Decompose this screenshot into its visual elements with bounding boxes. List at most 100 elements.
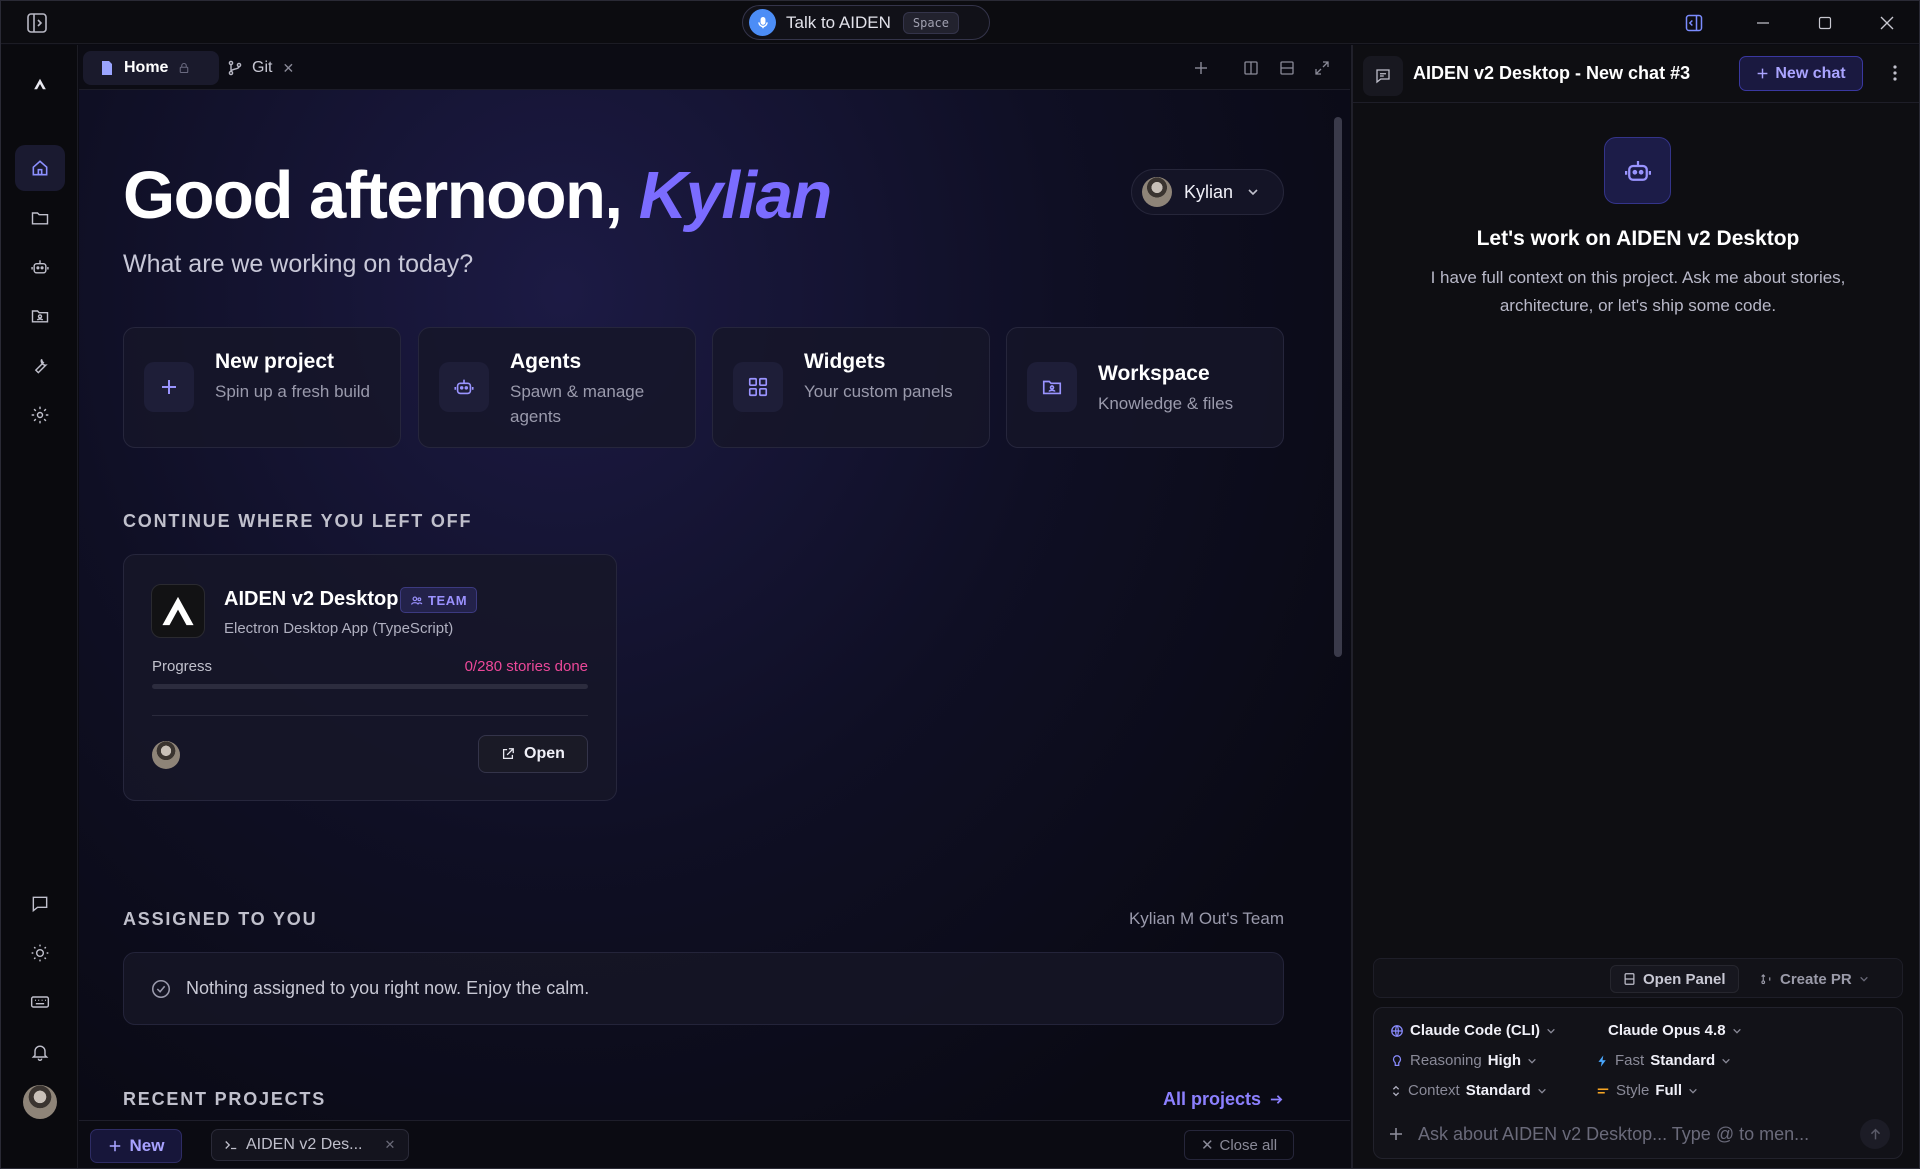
split-vertical-icon[interactable] (1240, 57, 1262, 79)
chevron-down-icon (1689, 1088, 1697, 1094)
external-link-icon (503, 748, 514, 760)
panel-toggle-icon[interactable] (1680, 9, 1708, 37)
chevron-down-icon (1248, 189, 1258, 196)
chat-icon (1363, 56, 1403, 96)
chevron-down-icon (1722, 1058, 1731, 1064)
bell-icon[interactable] (15, 1029, 65, 1075)
add-tab-icon[interactable] (1190, 57, 1212, 79)
progress-value: 0/280 stories done (464, 658, 588, 675)
maximize-icon[interactable] (1811, 9, 1839, 37)
style-value: Full (1655, 1082, 1683, 1099)
grid-icon (733, 362, 783, 412)
send-button[interactable] (1860, 1119, 1890, 1149)
card-title: New project (215, 350, 335, 373)
style-label: Style (1616, 1082, 1650, 1099)
plus-icon (144, 362, 194, 412)
bottom-bar: New AIDEN v2 Des... ✕ ✕ Close all (79, 1120, 1350, 1168)
wrench-icon[interactable] (15, 343, 65, 389)
chat-input[interactable]: Ask about AIDEN v2 Desktop... Type @ to … (1374, 1108, 1904, 1160)
new-terminal-button[interactable]: New (90, 1129, 182, 1163)
scroll-thumb[interactable] (1334, 117, 1342, 657)
terminal-tab[interactable]: AIDEN v2 Des... ✕ (211, 1129, 409, 1161)
user-avatar[interactable] (15, 1079, 65, 1125)
close-tab-icon[interactable]: ✕ (384, 1137, 395, 1153)
keyboard-icon[interactable] (15, 979, 65, 1025)
talk-to-aiden-button[interactable]: Talk to AIDEN Space (742, 5, 990, 40)
progress-bar (152, 684, 588, 689)
context-label: Context (1408, 1082, 1460, 1099)
minimize-icon[interactable] (1749, 9, 1777, 37)
sun-icon[interactable] (15, 930, 65, 976)
check-circle-icon (151, 979, 171, 998)
sidebar-toggle-icon[interactable] (25, 11, 49, 35)
close-window-icon[interactable] (1873, 9, 1901, 37)
reasoning-select[interactable]: Reasoning High (1390, 1052, 1537, 1069)
arrow-up-icon (1870, 1128, 1880, 1139)
reasoning-label: Reasoning (1410, 1052, 1482, 1069)
new-chat-button[interactable]: New chat (1739, 56, 1863, 91)
chat-title: AIDEN v2 Desktop - New chat #3 (1413, 63, 1691, 83)
project-logo-icon (151, 584, 205, 638)
home-view: Home Git ✕ Good afternoon, Kylian What a… (79, 45, 1350, 1168)
card-desc: Spawn & manage agents (510, 382, 645, 426)
shortcut-badge: Space (902, 11, 959, 34)
expand-icon[interactable] (1311, 57, 1333, 79)
folder-user-icon[interactable] (15, 293, 65, 339)
style-select[interactable]: Style Full (1596, 1082, 1698, 1099)
folder-icon (1027, 362, 1077, 412)
all-projects-label: All projects (1162, 1089, 1261, 1109)
tab-bar: Home Git ✕ (79, 45, 1350, 90)
tab-git[interactable]: Git ✕ (213, 51, 303, 85)
model-select[interactable]: Claude Opus 4.8 (1608, 1022, 1742, 1039)
context-select[interactable]: Context Standard (1390, 1082, 1547, 1099)
create-pr-button[interactable]: Create PR (1748, 965, 1881, 993)
close-all-button[interactable]: ✕ Close all (1184, 1130, 1294, 1160)
terminal-tab-label: AIDEN v2 Des... (246, 1136, 363, 1153)
attach-plus-icon[interactable] (1388, 1126, 1404, 1142)
close-all-label: Close all (1219, 1136, 1278, 1154)
chevron-down-icon (1732, 1028, 1741, 1034)
split-horizontal-icon[interactable] (1276, 57, 1298, 79)
provider-select[interactable]: Claude Code (CLI) (1390, 1022, 1556, 1039)
lines-icon (1597, 1087, 1609, 1094)
team-badge: TEAM (400, 587, 478, 613)
gear-icon[interactable] (15, 392, 65, 438)
chat-bubble-icon[interactable] (15, 881, 65, 927)
card-desc: Knowledge & files (1098, 394, 1234, 413)
robot-icon (1604, 137, 1671, 204)
widgets-card[interactable]: Widgets Your custom panels (712, 327, 990, 448)
fast-value: Standard (1650, 1052, 1716, 1069)
more-options-icon[interactable] (1885, 61, 1905, 85)
all-projects-link[interactable]: All projects (1163, 1089, 1284, 1110)
plus-icon (1758, 68, 1768, 79)
chevron-down-icon (1859, 976, 1868, 982)
card-desc: Spin up a fresh build (215, 382, 370, 401)
robot-icon[interactable] (15, 244, 65, 290)
agents-card[interactable]: Agents Spawn & manage agents (418, 327, 696, 448)
fast-select[interactable]: Fast Standard (1596, 1052, 1731, 1069)
workspace-card[interactable]: Workspace Knowledge & files (1006, 327, 1284, 448)
home-icon[interactable] (15, 145, 65, 191)
project-card[interactable]: AIDEN v2 Desktop TEAM Electron Desktop A… (123, 554, 617, 801)
user-menu-button[interactable]: Kylian (1131, 169, 1284, 215)
avatar (1142, 177, 1172, 207)
new-project-card[interactable]: New project Spin up a fresh build (123, 327, 401, 448)
close-icon: ✕ (1200, 1137, 1214, 1154)
greeting-text: Good afternoon, (123, 158, 623, 233)
context-value: Standard (1465, 1082, 1531, 1099)
card-title: Workspace (1098, 362, 1210, 385)
microphone-icon (749, 9, 776, 36)
new-chat-label: New chat (1775, 64, 1846, 82)
chevron-down-icon (1547, 1028, 1555, 1034)
create-pr-label: Create PR (1780, 970, 1852, 988)
tab-home[interactable]: Home (83, 51, 219, 85)
open-panel-button[interactable]: Open Panel (1610, 965, 1739, 993)
scrollbar[interactable] (1330, 103, 1346, 1163)
folder-icon[interactable] (15, 195, 65, 241)
chat-welcome-heading: Let's work on AIDEN v2 Desktop (1476, 227, 1800, 250)
close-tab-icon[interactable]: ✕ (282, 60, 294, 77)
open-project-button[interactable]: Open (478, 735, 588, 773)
provider-value: Claude Code (CLI) (1410, 1022, 1540, 1039)
team-name: Kylian M Out's Team (1128, 909, 1284, 928)
reasoning-value: High (1487, 1052, 1522, 1069)
